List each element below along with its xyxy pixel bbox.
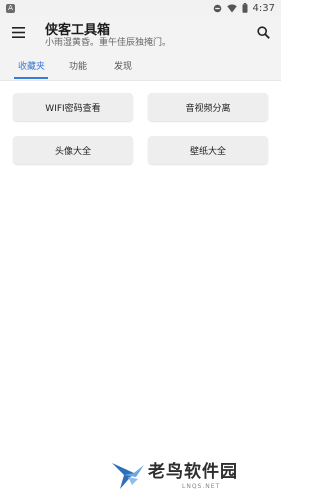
status-right: 4:37: [213, 3, 281, 14]
app-bar: 侠客工具箱 小雨湿黄昏。重午佳辰独掩门。: [0, 16, 281, 50]
audio-video-split-button[interactable]: 音视频分离: [148, 93, 268, 121]
avatar-collection-button[interactable]: 头像大全: [13, 136, 133, 164]
bird-logo-icon: [112, 463, 144, 489]
watermark-text: 老鸟软件园: [148, 462, 238, 482]
tab-discover[interactable]: 发现: [114, 59, 132, 72]
wifi-icon: [226, 3, 237, 13]
status-bar: A 4:37: [0, 0, 281, 16]
app-subtitle: 小雨湿黄昏。重午佳辰独掩门。: [45, 38, 172, 48]
watermark: 老鸟软件园 LNQS.NET: [110, 455, 270, 495]
tab-favorites[interactable]: 收藏夹: [18, 59, 45, 72]
dnd-icon: [213, 4, 222, 13]
wifi-password-button[interactable]: WIFI密码查看: [13, 93, 133, 121]
menu-button[interactable]: [8, 22, 28, 42]
status-time: 4:37: [252, 2, 275, 14]
tab-active-indicator: [14, 77, 48, 79]
search-icon: [256, 25, 270, 39]
battery-icon: [242, 3, 248, 13]
hamburger-menu-icon: [11, 26, 25, 38]
search-button[interactable]: [253, 22, 273, 42]
tab-features[interactable]: 功能: [69, 59, 87, 72]
status-left: A: [0, 3, 15, 13]
watermark-subtext: LNQS.NET: [182, 483, 221, 490]
tab-bar: 收藏夹 功能 发现: [0, 50, 281, 81]
app-notification-icon: A: [6, 3, 15, 13]
wallpaper-collection-button[interactable]: 壁纸大全: [148, 136, 268, 164]
